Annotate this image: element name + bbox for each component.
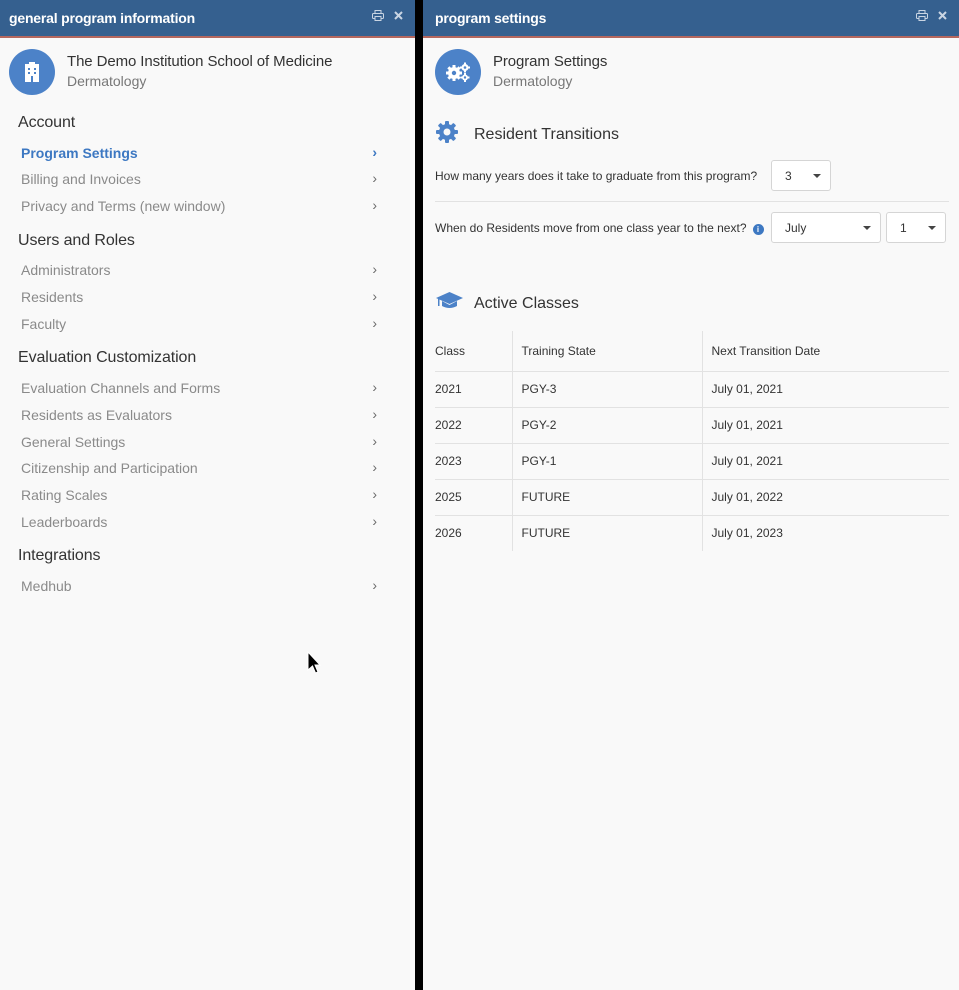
training-state-cell: PGY-3	[511, 370, 702, 407]
panel-titlebar: general program information	[0, 0, 415, 38]
chevron-right-icon: ›	[372, 433, 377, 449]
nav-citizenship[interactable]: Citizenship and Participation ›	[21, 459, 377, 476]
chevron-right-icon: ›	[372, 261, 377, 277]
nav-billing-and-invoices[interactable]: Billing and Invoices ›	[21, 170, 377, 187]
column-header-class: Class	[435, 343, 466, 358]
table-row: 2021 PGY-3 July 01, 2021	[435, 370, 949, 407]
transition-date-cell: July 01, 2022	[701, 478, 949, 515]
active-classes-heading: Active Classes	[435, 291, 579, 316]
training-state-cell: FUTURE	[511, 514, 702, 551]
resident-transitions-heading: Resident Transitions	[435, 120, 619, 149]
program-name: Dermatology	[493, 73, 573, 89]
resident-transitions-title: Resident Transitions	[474, 125, 619, 143]
graduation-years-select[interactable]: 3	[771, 160, 831, 191]
caret-down-icon	[863, 226, 871, 230]
chevron-right-icon: ›	[372, 144, 377, 160]
training-state-cell: PGY-1	[511, 442, 702, 479]
chevron-right-icon: ›	[372, 513, 377, 529]
panel-title: program settings	[435, 10, 547, 26]
table-row: 2022 PGY-2 July 01, 2021	[435, 406, 949, 443]
transition-date-cell: July 01, 2021	[701, 370, 949, 407]
table-row: 2026 FUTURE July 01, 2023	[435, 514, 949, 551]
transition-date-cell: July 01, 2021	[701, 406, 949, 443]
active-classes-table: Class Training State Next Transition Dat…	[435, 331, 949, 551]
nav-privacy-and-terms[interactable]: Privacy and Terms (new window) ›	[21, 197, 377, 214]
class-year-cell: 2023	[435, 442, 512, 479]
close-icon[interactable]	[938, 11, 947, 20]
class-year-cell: 2021	[435, 370, 512, 407]
column-header-training-state: Training State	[511, 331, 702, 371]
chevron-right-icon: ›	[372, 486, 377, 502]
graduation-cap-icon	[435, 291, 464, 316]
column-header-next-transition: Next Transition Date	[701, 331, 949, 371]
section-account: Account	[18, 114, 76, 131]
class-year-cell: 2022	[435, 406, 512, 443]
chevron-right-icon: ›	[372, 315, 377, 331]
institution-header: The Demo Institution School of Medicine …	[9, 49, 333, 95]
mouse-cursor-icon	[307, 650, 322, 680]
info-icon[interactable]: i	[752, 224, 764, 235]
section-users-and-roles: Users and Roles	[18, 232, 135, 249]
caret-down-icon	[928, 226, 936, 230]
nav-rating-scales[interactable]: Rating Scales ›	[21, 486, 377, 503]
chevron-right-icon: ›	[372, 406, 377, 422]
transition-month-select[interactable]: July	[771, 212, 881, 243]
transition-day-select[interactable]: 1	[886, 212, 946, 243]
chevron-right-icon: ›	[372, 197, 377, 213]
program-name: Dermatology	[67, 73, 147, 89]
class-year-cell: 2026	[435, 514, 512, 551]
nav-evaluation-channels[interactable]: Evaluation Channels and Forms ›	[21, 379, 377, 396]
print-icon[interactable]	[916, 10, 928, 21]
chevron-right-icon: ›	[372, 288, 377, 304]
program-settings-panel: program settings Program Settings Dermat…	[423, 0, 959, 990]
chevron-right-icon: ›	[372, 577, 377, 593]
panel-titlebar: program settings	[423, 0, 959, 38]
institution-name: The Demo Institution School of Medicine	[67, 53, 333, 70]
table-row: 2025 FUTURE July 01, 2022	[435, 478, 949, 515]
training-state-cell: PGY-2	[511, 406, 702, 443]
graduation-years-label: How many years does it take to graduate …	[435, 169, 758, 183]
section-integrations: Integrations	[18, 547, 101, 564]
chevron-right-icon: ›	[372, 379, 377, 395]
nav-general-settings[interactable]: General Settings ›	[21, 433, 377, 450]
training-state-cell: FUTURE	[511, 478, 702, 515]
gears-icon	[435, 49, 481, 95]
chevron-right-icon: ›	[372, 459, 377, 475]
transition-date-cell: July 01, 2021	[701, 442, 949, 479]
nav-residents[interactable]: Residents ›	[21, 288, 377, 305]
general-info-panel: general program information The Demo Ins…	[0, 0, 415, 990]
close-icon[interactable]	[394, 11, 403, 20]
print-icon[interactable]	[372, 10, 384, 21]
class-year-cell: 2025	[435, 478, 512, 515]
divider	[435, 201, 949, 202]
nav-administrators[interactable]: Administrators ›	[21, 261, 377, 278]
nav-residents-as-evaluators[interactable]: Residents as Evaluators ›	[21, 406, 377, 423]
nav-medhub[interactable]: Medhub ›	[21, 577, 377, 594]
building-icon	[9, 49, 55, 95]
nav-leaderboards[interactable]: Leaderboards ›	[21, 513, 377, 530]
table-row: 2023 PGY-1 July 01, 2021	[435, 442, 949, 479]
caret-down-icon	[813, 174, 821, 178]
gear-icon	[435, 120, 459, 149]
active-classes-title: Active Classes	[474, 294, 579, 312]
transition-date-cell: July 01, 2023	[701, 514, 949, 551]
panel-title: general program information	[9, 10, 195, 26]
nav-faculty[interactable]: Faculty ›	[21, 315, 377, 332]
chevron-right-icon: ›	[372, 170, 377, 186]
settings-header: Program Settings Dermatology	[435, 49, 607, 95]
nav-program-settings[interactable]: Program Settings ›	[21, 144, 377, 161]
table-header-row: Class Training State Next Transition Dat…	[435, 331, 949, 371]
settings-title: Program Settings	[493, 53, 608, 70]
section-evaluation-customization: Evaluation Customization	[18, 349, 197, 366]
